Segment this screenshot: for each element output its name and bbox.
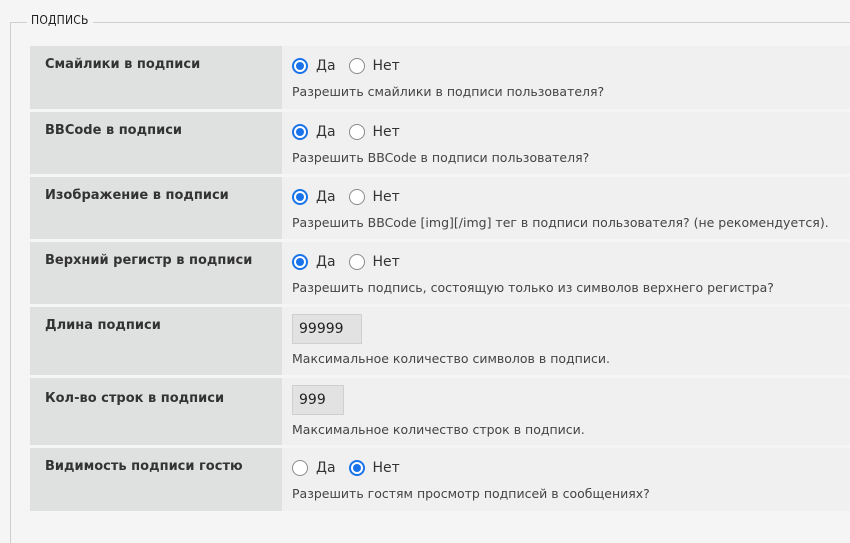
radio-no-label[interactable]: Нет bbox=[373, 58, 400, 74]
setting-value: Да Нет Разрешить смайлики в подписи поль… bbox=[282, 46, 850, 109]
radio-yes-label[interactable]: Да bbox=[316, 460, 336, 476]
radio-yes[interactable] bbox=[292, 460, 308, 476]
setting-hint: Разрешить смайлики в подписи пользовател… bbox=[292, 84, 605, 99]
setting-value: Да Нет Разрешить BBCode в подписи пользо… bbox=[282, 112, 850, 174]
setting-value: Да Нет Разрешить гостям просмотр подписе… bbox=[282, 448, 850, 511]
setting-value: 999 Максимальное количество строк в подп… bbox=[282, 378, 850, 445]
radio-no[interactable] bbox=[348, 460, 365, 476]
setting-row-guest-visibility: Видимость подписи гостю Да Нет Разрешить… bbox=[30, 448, 850, 511]
radio-yes-label[interactable]: Да bbox=[316, 254, 336, 270]
signature-length-input[interactable]: 99999 bbox=[292, 314, 362, 344]
setting-row-image: Изображение в подписи Да Нет Разрешить B… bbox=[30, 177, 850, 239]
setting-value: Да Нет Разрешить BBCode [img][/img] тег … bbox=[282, 177, 850, 239]
setting-label: Видимость подписи гостю bbox=[30, 448, 282, 511]
setting-row-bbcode: BBCode в подписи Да Нет Разрешить BBCode… bbox=[30, 112, 850, 174]
setting-label: Кол-во строк в подписи bbox=[30, 378, 282, 445]
setting-row-length: Длина подписи 99999 Максимальное количес… bbox=[30, 307, 850, 375]
radio-yes[interactable] bbox=[292, 254, 308, 270]
setting-hint: Разрешить BBCode [img][/img] тег в подпи… bbox=[292, 215, 829, 230]
setting-label: Верхний регистр в подписи bbox=[30, 242, 282, 304]
setting-hint: Разрешить подпись, состоящую только из с… bbox=[292, 280, 774, 295]
signature-lines-input[interactable]: 999 bbox=[292, 385, 344, 415]
radio-no-label[interactable]: Нет bbox=[373, 189, 400, 205]
radio-yes-label[interactable]: Да bbox=[316, 58, 336, 74]
radio-yes[interactable] bbox=[292, 124, 308, 140]
radio-yes[interactable] bbox=[292, 189, 308, 205]
setting-label: Смайлики в подписи bbox=[30, 46, 282, 109]
setting-hint: Максимальное количество строк в подписи. bbox=[292, 422, 585, 437]
radio-no-label[interactable]: Нет bbox=[373, 254, 400, 270]
setting-value: Да Нет Разрешить подпись, состоящую толь… bbox=[282, 242, 850, 304]
setting-value: 99999 Максимальное количество символов в… bbox=[282, 307, 850, 375]
radio-no[interactable] bbox=[348, 58, 365, 74]
radio-no-label[interactable]: Нет bbox=[373, 460, 400, 476]
radio-no-label[interactable]: Нет bbox=[373, 124, 400, 140]
radio-yes-label[interactable]: Да bbox=[316, 124, 336, 140]
setting-row-smilies: Смайлики в подписи Да Нет Разрешить смай… bbox=[30, 46, 850, 109]
setting-label: Изображение в подписи bbox=[30, 177, 282, 239]
radio-no[interactable] bbox=[348, 189, 365, 205]
setting-hint: Разрешить гостям просмотр подписей в соо… bbox=[292, 486, 650, 501]
section-legend: ПОДПИСЬ bbox=[27, 13, 93, 27]
setting-label: Длина подписи bbox=[30, 307, 282, 375]
radio-yes-label[interactable]: Да bbox=[316, 189, 336, 205]
setting-hint: Разрешить BBCode в подписи пользователя? bbox=[292, 150, 590, 165]
radio-no[interactable] bbox=[348, 254, 365, 270]
setting-hint: Максимальное количество символов в подпи… bbox=[292, 351, 610, 366]
radio-yes[interactable] bbox=[292, 58, 308, 74]
radio-no[interactable] bbox=[348, 124, 365, 140]
setting-row-uppercase: Верхний регистр в подписи Да Нет Разреши… bbox=[30, 242, 850, 304]
setting-row-lines: Кол-во строк в подписи 999 Максимальное … bbox=[30, 378, 850, 445]
setting-label: BBCode в подписи bbox=[30, 112, 282, 174]
